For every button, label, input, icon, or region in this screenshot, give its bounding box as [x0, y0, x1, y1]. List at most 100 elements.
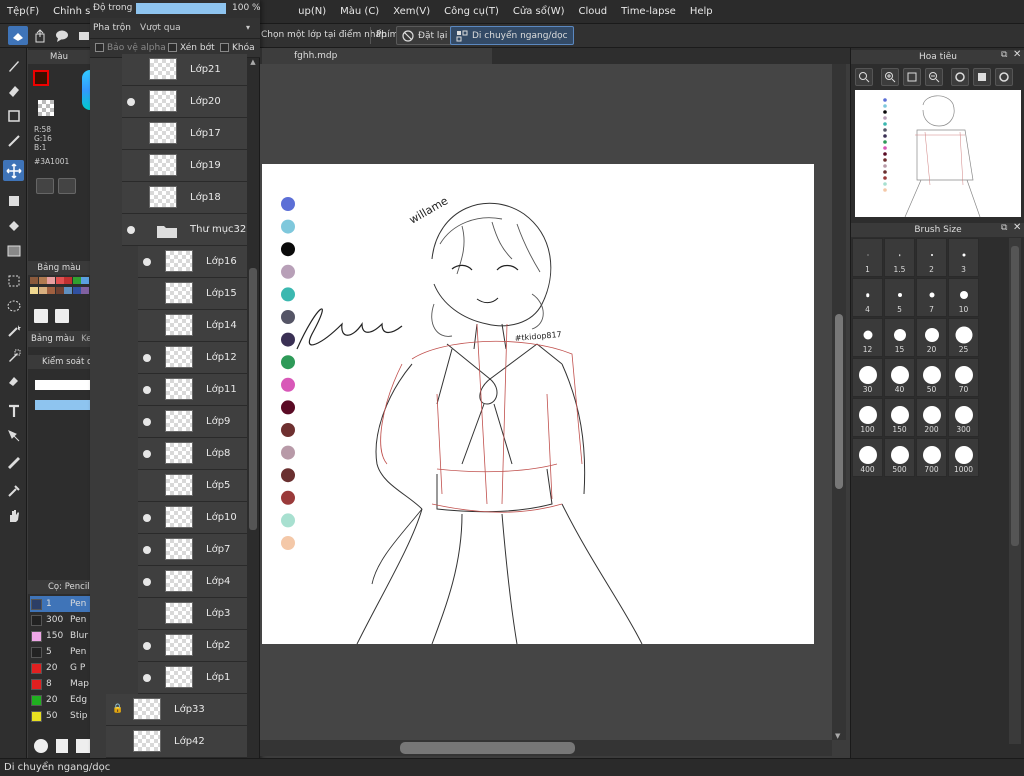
layer-row[interactable]: 🔒 Lớp33 — [106, 694, 247, 726]
brush-list-item[interactable]: 50 Stip — [30, 708, 90, 724]
navigator-preview[interactable] — [855, 90, 1021, 217]
layer-row[interactable]: Lớp5 — [138, 470, 247, 502]
page-icon[interactable] — [34, 309, 48, 323]
menu-cloud[interactable]: Cloud — [572, 0, 615, 24]
reset-view-icon[interactable] — [973, 68, 991, 86]
brush-list-item[interactable]: 20 Edg — [30, 692, 90, 708]
brush-size-cell[interactable]: 400 — [852, 438, 883, 477]
trash-icon[interactable] — [55, 309, 69, 323]
rotate-left-icon[interactable] — [951, 68, 969, 86]
brush-size-cell[interactable]: 1.5 — [884, 238, 915, 277]
layer-row[interactable]: Lớp7 — [138, 534, 247, 566]
tab-palette[interactable]: Bảng màu — [31, 334, 74, 344]
canvas-hscrollbar[interactable] — [260, 740, 832, 756]
palette-swatch[interactable] — [47, 287, 55, 294]
palette-swatch[interactable] — [72, 277, 81, 284]
palette-swatch[interactable] — [64, 277, 72, 284]
brush-size-cell[interactable]: 300 — [948, 398, 979, 437]
visibility-dot[interactable] — [143, 642, 151, 650]
layer-row[interactable]: Lớp1 — [138, 662, 247, 694]
layer-row[interactable]: Lớp2 — [138, 630, 247, 662]
menu-timelapse[interactable]: Time-lapse — [614, 0, 683, 24]
close-icon[interactable]: ✕ — [1013, 222, 1021, 233]
palette-swatch[interactable] — [55, 277, 64, 284]
menu-help[interactable]: Help — [683, 0, 720, 24]
visibility-dot[interactable] — [143, 674, 151, 682]
document-tab[interactable]: fghh.mdp — [262, 48, 492, 64]
visibility-dot[interactable] — [127, 226, 135, 234]
brush-size-cell[interactable]: 25 — [948, 318, 979, 357]
brush-size-cell[interactable]: 500 — [884, 438, 915, 477]
palette-swatch[interactable] — [81, 277, 89, 284]
layer-row[interactable]: Lớp16 — [138, 246, 247, 278]
brush-settings-icon[interactable] — [34, 739, 48, 753]
drawing-canvas[interactable]: willame #tkidop817 — [262, 164, 814, 644]
layer-select-icon[interactable] — [8, 26, 28, 45]
brush-size-cell[interactable]: 70 — [948, 358, 979, 397]
brush-size-cell[interactable]: 700 — [916, 438, 947, 477]
palette-swatch[interactable] — [64, 287, 72, 294]
layer-row[interactable]: Lớp42 — [106, 726, 247, 758]
visibility-dot[interactable] — [143, 514, 151, 522]
layer-row[interactable]: Lớp11 — [138, 374, 247, 406]
scroll-down-icon[interactable]: ▼ — [835, 732, 840, 740]
brush-size-cell[interactable]: 100 — [852, 398, 883, 437]
bucket-tool-icon[interactable] — [3, 215, 24, 236]
control-slider-2[interactable] — [35, 400, 90, 410]
brush-list-item[interactable]: 20 G P — [30, 660, 90, 676]
layer-row[interactable]: Lớp8 — [138, 438, 247, 470]
brush-size-cell[interactable]: 40 — [884, 358, 915, 397]
select-pen-icon[interactable] — [3, 345, 24, 366]
hand-tool-icon[interactable] — [3, 505, 24, 526]
brush-list-item[interactable]: 300 Pen — [30, 612, 90, 628]
brush-page-icon[interactable] — [56, 739, 68, 753]
menu-window[interactable]: Cửa sổ(W) — [506, 0, 572, 24]
layer-row[interactable]: Lớp17 — [122, 118, 247, 150]
brush-list-item[interactable]: 1 Pen — [30, 596, 90, 612]
maximize-icon[interactable]: ⧉ — [1001, 223, 1007, 233]
gradient-tool-icon[interactable] — [3, 240, 24, 261]
pen-tool-icon[interactable] — [3, 450, 24, 471]
menu-color[interactable]: Màu (C) — [333, 0, 386, 24]
menu-tools[interactable]: Công cụ(T) — [437, 0, 506, 24]
brush-size-cell[interactable]: 1000 — [948, 438, 979, 477]
layer-row[interactable]: Lớp15 — [138, 278, 247, 310]
control-slider-1[interactable] — [35, 380, 90, 390]
reset-button[interactable]: Đặt lại — [396, 26, 454, 45]
zoom-plus-icon[interactable] — [881, 68, 899, 86]
move-tool-icon[interactable] — [3, 160, 24, 181]
brush-size-cell[interactable]: 1 — [852, 238, 883, 277]
select-eraser-icon[interactable] — [3, 370, 24, 391]
layer-row[interactable]: Lớp18 — [122, 182, 247, 214]
palette-swatch[interactable] — [30, 277, 38, 284]
layer-row[interactable]: Lớp20 — [122, 86, 247, 118]
menu-view[interactable]: Xem(V) — [386, 0, 437, 24]
layer-row[interactable]: Lớp9 — [138, 406, 247, 438]
brush-list-item[interactable]: 150 Blur — [30, 628, 90, 644]
brush-folder-icon[interactable] — [76, 739, 90, 753]
brush-size-cell[interactable]: 20 — [916, 318, 947, 357]
visibility-dot[interactable] — [127, 98, 135, 106]
clip-checkbox[interactable]: Xén bớt — [168, 43, 215, 53]
layer-scroll-thumb[interactable] — [249, 268, 257, 530]
palette-swatch[interactable] — [30, 287, 38, 294]
text-tool-icon[interactable] — [3, 400, 24, 421]
primary-color[interactable] — [33, 70, 49, 86]
visibility-dot[interactable] — [143, 450, 151, 458]
canvas-hscroll-thumb[interactable] — [400, 742, 575, 754]
close-icon[interactable]: ✕ — [1013, 49, 1021, 60]
brush-size-cell[interactable]: 50 — [916, 358, 947, 397]
brush-size-cell[interactable]: 4 — [852, 278, 883, 317]
fill-rect-tool-icon[interactable] — [3, 190, 24, 211]
canvas-vscroll-thumb[interactable] — [835, 314, 843, 489]
brushsize-scroll-thumb[interactable] — [1011, 246, 1019, 546]
rectangle-tool-icon[interactable] — [3, 105, 24, 126]
palette-swatch[interactable] — [47, 277, 55, 284]
layer-row[interactable]: Lớp3 — [138, 598, 247, 630]
visibility-dot[interactable] — [143, 258, 151, 266]
layer-row[interactable]: Lớp21 — [122, 54, 247, 86]
layer-row[interactable]: Lớp4 — [138, 566, 247, 598]
comment-icon[interactable] — [52, 26, 72, 45]
brush-size-cell[interactable]: 30 — [852, 358, 883, 397]
protect-alpha-checkbox[interactable]: Bảo vệ alpha — [95, 43, 166, 53]
